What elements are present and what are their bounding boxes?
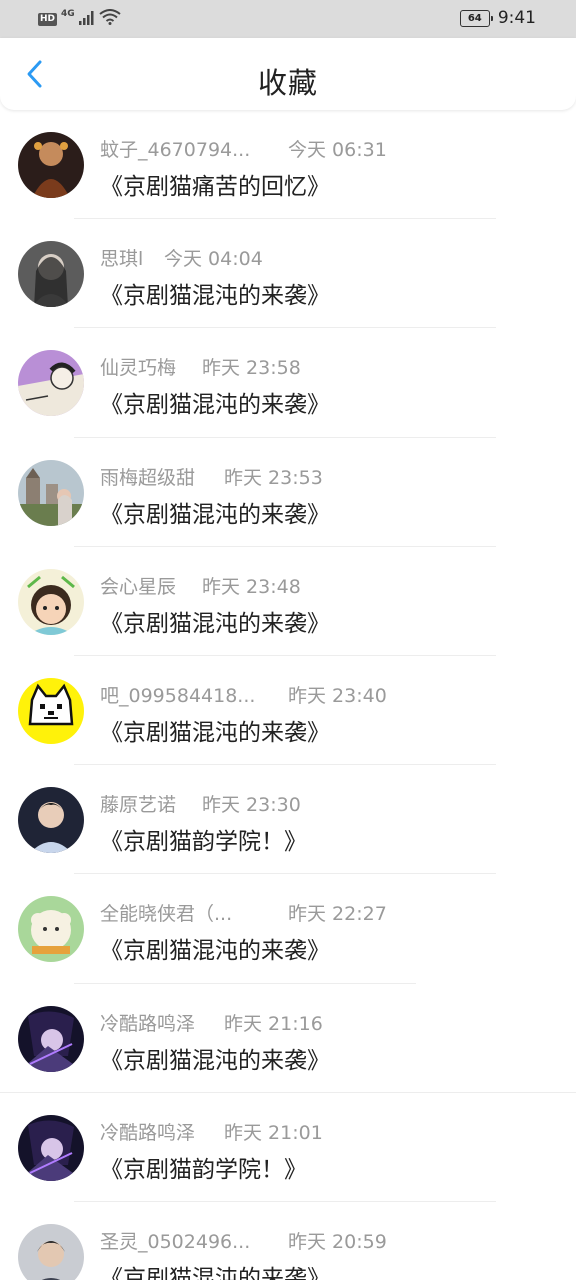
item-title[interactable]: 《京剧猫混沌的来袭》 bbox=[100, 1259, 330, 1280]
list-item[interactable]: 会心星辰 昨天 23:48 《京剧猫混沌的来袭》 bbox=[0, 547, 576, 656]
item-time: 昨天 21:01 bbox=[224, 1121, 323, 1144]
user-name[interactable]: 藤原艺诺 bbox=[100, 790, 176, 817]
list-item[interactable]: 仙灵巧梅 昨天 23:58 《京剧猫混沌的来袭》 bbox=[0, 328, 576, 438]
wifi-icon bbox=[99, 9, 121, 29]
item-time: 昨天 23:48 bbox=[202, 575, 301, 598]
user-name[interactable]: 全能晓侠君（... bbox=[100, 899, 232, 926]
item-title[interactable]: 《京剧猫混沌的来袭》 bbox=[100, 713, 330, 747]
list-item[interactable]: 冷酷路鸣泽 昨天 21:16 《京剧猫混沌的来袭》 bbox=[0, 984, 576, 1093]
battery-level: 64 bbox=[467, 12, 482, 24]
avatar bbox=[18, 132, 84, 198]
item-title[interactable]: 《京剧猫混沌的来袭》 bbox=[100, 931, 330, 965]
list-item[interactable]: 圣灵_0502496... 昨天 20:59 《京剧猫混沌的来袭》 bbox=[0, 1202, 576, 1280]
status-bar: HD 4G 64 9:41 bbox=[0, 0, 576, 38]
user-name[interactable]: 冷酷路鸣泽 bbox=[100, 1118, 195, 1145]
clock: 9:41 bbox=[497, 8, 536, 28]
item-time: 昨天 23:40 bbox=[288, 684, 387, 707]
app-header: 收藏 bbox=[0, 38, 576, 110]
item-title[interactable]: 《京剧猫韵学院！》 bbox=[100, 1150, 307, 1184]
user-name[interactable]: 思琪l bbox=[100, 244, 143, 271]
item-title[interactable]: 《京剧猫痛苦的回忆》 bbox=[100, 167, 330, 201]
item-title[interactable]: 《京剧猫韵学院！》 bbox=[100, 822, 307, 856]
avatar bbox=[18, 350, 84, 417]
avatar bbox=[18, 241, 84, 308]
user-name[interactable]: 雨梅超级甜 bbox=[100, 463, 195, 490]
favorites-list: 蚊子_4670794... 今天 06:31 《京剧猫痛苦的回忆》 思琪l 今天… bbox=[0, 110, 576, 1280]
avatar bbox=[18, 1223, 84, 1280]
page-title: 收藏 bbox=[257, 66, 318, 100]
item-title[interactable]: 《京剧猫混沌的来袭》 bbox=[100, 495, 330, 529]
list-item[interactable]: 全能晓侠君（... 昨天 22:27 《京剧猫混沌的来袭》 bbox=[0, 874, 576, 984]
list-item[interactable]: 吧_099584418... 昨天 23:40 《京剧猫混沌的来袭》 bbox=[0, 656, 576, 766]
avatar bbox=[18, 677, 84, 744]
list-item[interactable]: 藤原艺诺 昨天 23:30 《京剧猫韵学院！》 bbox=[0, 765, 576, 875]
avatar bbox=[18, 896, 84, 963]
avatar bbox=[18, 568, 84, 635]
signal-icon bbox=[78, 10, 95, 29]
avatar bbox=[18, 459, 84, 526]
list-item[interactable]: 蚊子_4670794... 今天 06:31 《京剧猫痛苦的回忆》 bbox=[0, 110, 576, 220]
item-title[interactable]: 《京剧猫混沌的来袭》 bbox=[100, 385, 330, 419]
battery-icon: 64 bbox=[459, 9, 493, 27]
user-name[interactable]: 会心星辰 bbox=[100, 572, 176, 599]
item-time: 昨天 23:30 bbox=[202, 794, 301, 817]
item-time: 昨天 23:53 bbox=[224, 466, 323, 489]
item-time: 今天 06:31 bbox=[288, 139, 387, 161]
item-time: 昨天 20:59 bbox=[288, 1230, 387, 1253]
item-time: 昨天 21:16 bbox=[224, 1012, 323, 1035]
avatar bbox=[18, 1114, 84, 1181]
network-type: 4G bbox=[61, 9, 75, 19]
avatar bbox=[18, 787, 84, 854]
hd-badge: HD bbox=[38, 12, 58, 26]
item-time: 今天 04:04 bbox=[164, 248, 263, 271]
item-time: 昨天 23:58 bbox=[202, 357, 301, 380]
list-item[interactable]: 思琪l 今天 04:04 《京剧猫混沌的来袭》 bbox=[0, 219, 576, 329]
user-name[interactable]: 冷酷路鸣泽 bbox=[100, 1009, 195, 1036]
item-time: 昨天 22:27 bbox=[288, 903, 387, 926]
status-left: HD 4G bbox=[38, 9, 121, 29]
user-name[interactable]: 吧_099584418... bbox=[100, 681, 255, 708]
item-title[interactable]: 《京剧猫混沌的来袭》 bbox=[100, 276, 330, 310]
list-item[interactable]: 雨梅超级甜 昨天 23:53 《京剧猫混沌的来袭》 bbox=[0, 438, 576, 547]
user-name[interactable]: 圣灵_0502496... bbox=[100, 1227, 250, 1254]
user-name[interactable]: 仙灵巧梅 bbox=[100, 353, 176, 380]
status-right: 64 9:41 bbox=[459, 8, 536, 28]
item-title[interactable]: 《京剧猫混沌的来袭》 bbox=[100, 1041, 330, 1075]
user-name[interactable]: 蚊子_4670794... bbox=[100, 135, 250, 162]
list-item[interactable]: 冷酷路鸣泽 昨天 21:01 《京剧猫韵学院！》 bbox=[0, 1093, 576, 1202]
item-title[interactable]: 《京剧猫混沌的来袭》 bbox=[100, 604, 330, 638]
avatar bbox=[18, 1005, 84, 1072]
